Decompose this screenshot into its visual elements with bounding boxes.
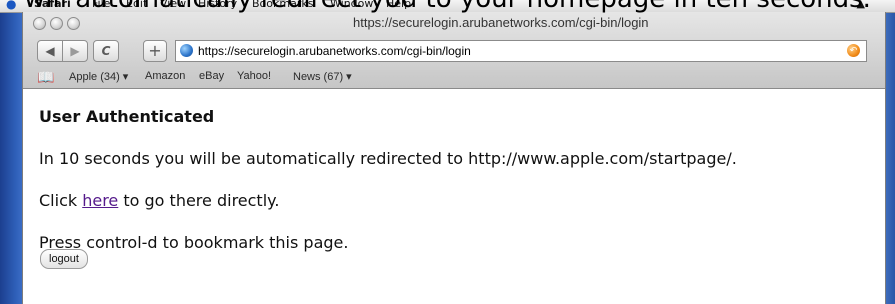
- forward-button[interactable]: ▶: [62, 40, 88, 62]
- title-bar: https://securelogin.arubanetworks.com/cg…: [23, 12, 885, 34]
- bookmark-hint: Press control-d to bookmark this page.: [39, 233, 349, 252]
- direct-link-line: Click here to go there directly.: [39, 191, 279, 210]
- here-link[interactable]: here: [82, 191, 118, 210]
- window-title: https://securelogin.arubanetworks.com/cg…: [353, 15, 649, 30]
- site-globe-icon: [180, 44, 193, 57]
- address-url[interactable]: https://securelogin.arubanetworks.com/cg…: [198, 41, 471, 61]
- toolbar: ◀ ▶ C + https://securelogin.arubanetwork…: [23, 36, 885, 64]
- redirect-message: In 10 seconds you will be automatically …: [39, 149, 737, 168]
- close-window-icon[interactable]: [33, 17, 46, 30]
- minimize-window-icon[interactable]: [50, 17, 63, 30]
- click-prefix-text: Click: [39, 191, 83, 210]
- page-content: User Authenticated In 10 seconds you wil…: [39, 76, 869, 304]
- add-bookmark-button[interactable]: +: [143, 40, 167, 62]
- desktop-background-left: [0, 0, 22, 304]
- logout-button[interactable]: logout: [40, 249, 88, 269]
- reload-button[interactable]: C: [93, 40, 119, 62]
- caption-text: will automatically redirect you to your …: [0, 0, 895, 14]
- page-heading: User Authenticated: [39, 107, 215, 126]
- back-button[interactable]: ◀: [37, 40, 63, 62]
- zoom-window-icon[interactable]: [67, 17, 80, 30]
- snapback-icon[interactable]: ↶: [847, 44, 860, 57]
- address-bar[interactable]: https://securelogin.arubanetworks.com/cg…: [175, 40, 867, 62]
- desktop-background-right: [885, 0, 895, 304]
- click-suffix-text: to go there directly.: [118, 191, 280, 210]
